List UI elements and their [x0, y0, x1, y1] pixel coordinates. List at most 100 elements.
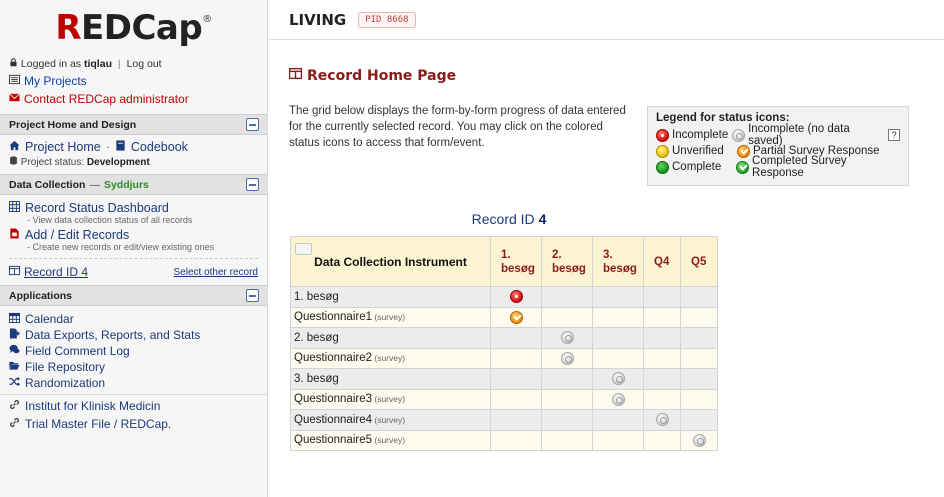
- instrument-name: 2. besøg: [294, 331, 339, 344]
- separator: |: [117, 58, 121, 70]
- my-projects-link[interactable]: My Projects: [0, 72, 267, 90]
- event-header: 1. besøg: [490, 236, 542, 287]
- dash: —: [89, 178, 100, 191]
- contact-admin-link[interactable]: Contact REDCap administrator: [0, 90, 267, 108]
- status-cell: [643, 306, 681, 328]
- codebook-link[interactable]: Codebook: [131, 140, 188, 154]
- codebook-icon: [115, 140, 126, 154]
- home-icon: [9, 140, 20, 154]
- no-data-status-icon[interactable]: [560, 351, 574, 365]
- legend-label: Incomplete (no data saved): [748, 123, 850, 147]
- bookmark-link-1[interactable]: Institut for Klinisk Medicin: [0, 397, 267, 415]
- survey-tag: (survey): [372, 353, 406, 364]
- status-cell: [541, 306, 593, 328]
- status-label: Project status:: [20, 157, 85, 168]
- data-exports-link[interactable]: Data Exports, Reports, and Stats: [0, 326, 267, 342]
- status-cell: [490, 347, 542, 369]
- survey-tag: (survey): [372, 414, 406, 425]
- grid-row: 3. besøg: [290, 368, 718, 390]
- survey-tag: (survey): [372, 435, 406, 446]
- legend-label: Unverified: [672, 145, 724, 157]
- no-data-status-icon[interactable]: [692, 433, 706, 447]
- status-cell: [541, 388, 593, 410]
- project-home-row: Project Home · Codebook: [0, 135, 267, 154]
- record-status-dashboard-link[interactable]: Record Status Dashboard: [0, 195, 267, 215]
- legend-incomplete-nodata: Incomplete (no data saved): [732, 123, 885, 147]
- status-cell: [680, 327, 718, 349]
- bookmark-label: Institut for Klinisk Medicin: [25, 399, 161, 413]
- status-cell: [490, 286, 542, 308]
- comments-icon: [9, 344, 20, 358]
- status-cell: [643, 409, 681, 431]
- record-id-label: Record ID 4: [24, 265, 89, 279]
- instrument-header: Data Collection Instrument: [290, 236, 491, 287]
- incomplete-status-icon[interactable]: [509, 290, 523, 304]
- record-caption-id: 4: [538, 211, 547, 227]
- status-cell: [680, 368, 718, 390]
- no-data-status-icon: [732, 128, 746, 142]
- instrument-name-cell: Questionnaire5 (survey): [290, 429, 491, 451]
- add-edit-description: - Create new records or edit/view existi…: [27, 242, 215, 252]
- file-repository-link[interactable]: File Repository: [0, 358, 267, 374]
- current-record-row: Record ID 4 Select other record: [0, 263, 267, 285]
- randomization-label: Randomization: [25, 376, 106, 390]
- field-comment-log-link[interactable]: Field Comment Log: [0, 342, 267, 358]
- collapse-button[interactable]: [246, 178, 259, 191]
- status-cell: [592, 388, 644, 410]
- instrument-name: Questionnaire5: [294, 434, 372, 447]
- logout-link[interactable]: Log out: [127, 58, 162, 70]
- partial-survey-status-icon[interactable]: [509, 310, 523, 324]
- status-cell: [592, 347, 644, 369]
- bookmark-link-2[interactable]: Trial Master File / REDCap.: [0, 415, 267, 433]
- collapse-rows-button[interactable]: [295, 243, 312, 255]
- status-cell: [592, 368, 644, 390]
- logged-in-label: Logged in as: [20, 58, 82, 70]
- sidebar: REDCap® Logged in as tiqlau | Log out My…: [0, 0, 268, 497]
- calendar-link[interactable]: Calendar: [0, 310, 267, 326]
- randomization-link[interactable]: Randomization: [0, 374, 267, 390]
- no-data-status-icon[interactable]: [611, 392, 625, 406]
- projects-list-icon: [9, 74, 20, 88]
- survey-tag: (survey): [372, 312, 406, 323]
- status-cell: [490, 327, 542, 349]
- status-cell: [541, 347, 593, 369]
- record-home-icon: [289, 67, 302, 84]
- status-cell: [592, 429, 644, 451]
- project-status: Project status: Development: [0, 154, 267, 174]
- status-cell: [541, 409, 593, 431]
- redcap-logo[interactable]: REDCap®: [0, 0, 267, 54]
- help-button[interactable]: ?: [888, 129, 900, 141]
- link-icon: [9, 417, 20, 431]
- event-header: 3. besøg: [592, 236, 644, 287]
- status-cell: [592, 409, 644, 431]
- add-edit-records-link[interactable]: Add / Edit Records: [0, 225, 267, 242]
- calendar-label: Calendar: [25, 312, 74, 326]
- grid-row: 1. besøg: [290, 286, 718, 308]
- project-header: LIVING PID 8668: [269, 0, 944, 40]
- collapse-button[interactable]: [246, 118, 259, 131]
- no-data-status-icon[interactable]: [655, 413, 669, 427]
- status-cell: [643, 429, 681, 451]
- envelope-icon: [9, 92, 20, 106]
- current-record-link[interactable]: Record ID 4: [9, 265, 88, 279]
- grid-row: Questionnaire2 (survey): [290, 347, 718, 369]
- instrument-name: 1. besøg: [294, 290, 339, 303]
- instrument-name-cell: 2. besøg: [290, 327, 491, 349]
- legend-label: Complete: [672, 161, 722, 173]
- status-cell: [680, 286, 718, 308]
- no-data-status-icon[interactable]: [560, 331, 574, 345]
- status-cell: [643, 286, 681, 308]
- no-data-status-icon[interactable]: [611, 372, 625, 386]
- section-data-collection: Data Collection — Syddjurs: [0, 174, 267, 195]
- username: tiqlau: [83, 58, 112, 70]
- survey-tag: (survey): [372, 394, 406, 405]
- grid-row: Questionnaire1 (survey): [290, 306, 718, 328]
- divider: [9, 258, 258, 259]
- collapse-button[interactable]: [246, 289, 259, 302]
- registered-mark: ®: [202, 14, 212, 25]
- project-home-link[interactable]: Project Home: [25, 140, 101, 154]
- instrument-name: Questionnaire2: [294, 352, 372, 365]
- shuffle-icon: [9, 376, 20, 390]
- select-other-record-link[interactable]: Select other record: [174, 267, 259, 278]
- complete-status-icon: [656, 160, 669, 174]
